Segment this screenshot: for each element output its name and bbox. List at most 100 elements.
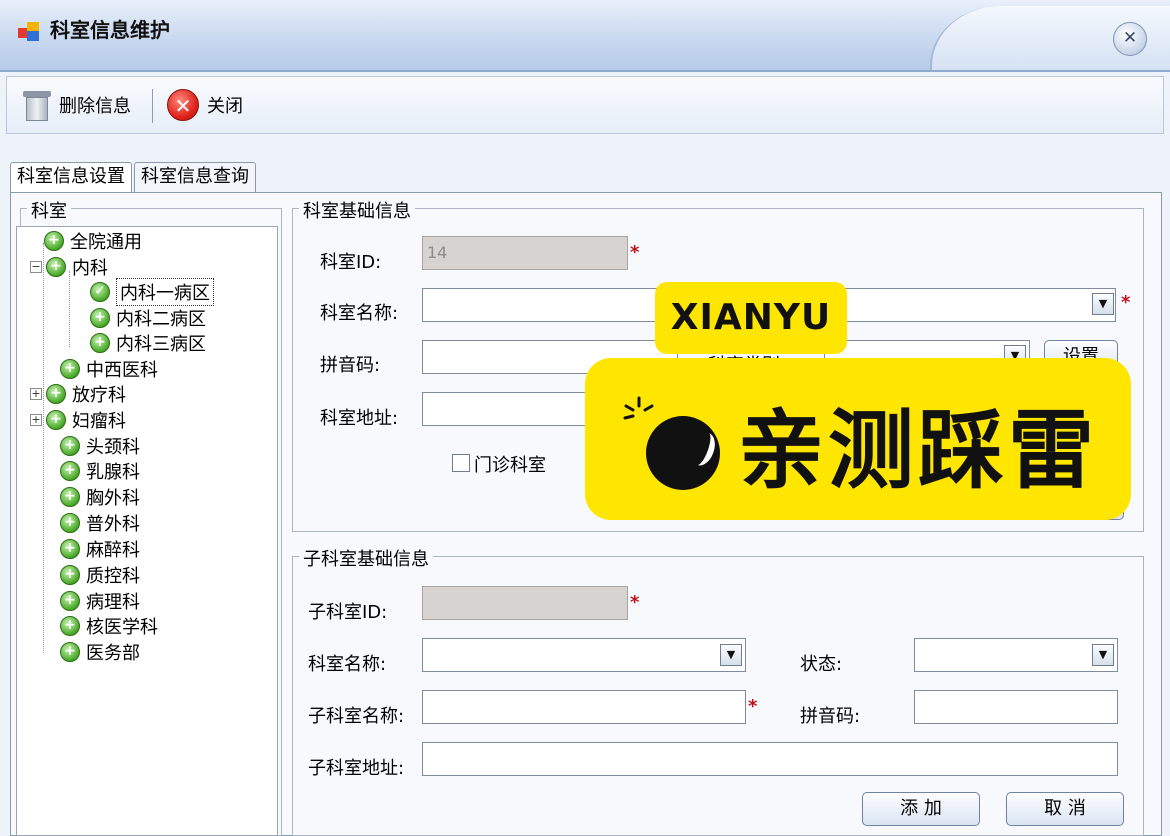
collapse-toggle-icon[interactable]: − [30, 261, 42, 273]
tree-item[interactable]: + 全院通用 [44, 228, 142, 254]
tree-item[interactable]: + + 妇瘤科 [30, 407, 126, 433]
app-icon [18, 20, 44, 42]
tree-item-label: 内科二病区 [116, 309, 206, 330]
department-icon: + [90, 333, 110, 353]
tree-item-label: 头颈科 [86, 437, 140, 458]
department-icon: + [60, 642, 80, 662]
tree-item[interactable]: + 麻醉科 [60, 536, 140, 562]
department-icon: + [60, 565, 80, 585]
department-icon: + [90, 308, 110, 328]
chevron-down-icon[interactable]: ▼ [1092, 293, 1114, 315]
sub-dept-dept-name-label: 科室名称: [308, 654, 387, 675]
sub-dept-legend: 子科室基础信息 [299, 545, 433, 571]
tree-item-label: 内科三病区 [116, 334, 206, 355]
tree-item[interactable]: + 病理科 [60, 588, 140, 614]
department-icon: + [60, 591, 80, 611]
tab-dept-settings[interactable]: 科室信息设置 [10, 162, 132, 193]
expand-toggle-icon[interactable]: + [30, 414, 42, 426]
tree-item[interactable]: + 胸外科 [60, 484, 140, 510]
toolbar-separator [152, 89, 153, 123]
department-icon: + [60, 359, 80, 379]
overlay-tag: XIANYU [655, 282, 847, 354]
status-select[interactable] [914, 638, 1118, 672]
overlay-text: 亲测踩雷 [738, 401, 1098, 501]
trash-icon [23, 89, 51, 121]
required-mark: * [1121, 292, 1131, 313]
tree-item-selected[interactable]: ✓ 内科一病区 [90, 278, 214, 306]
window-close-button[interactable]: ✕ [1113, 22, 1147, 56]
dept-address-label: 科室地址: [320, 408, 399, 429]
tree-item[interactable]: + 内科二病区 [90, 305, 206, 331]
department-icon: + [60, 436, 80, 456]
tree-item[interactable]: + 普外科 [60, 510, 140, 536]
tree-item-label: 全院通用 [70, 232, 142, 253]
cancel-button[interactable]: 取 消 [1006, 792, 1124, 826]
department-icon: + [60, 487, 80, 507]
chevron-down-icon[interactable]: ▼ [720, 644, 742, 666]
tree-item[interactable]: + 质控科 [60, 562, 140, 588]
check-icon: ✓ [90, 282, 110, 302]
close-icon: ✕ [167, 89, 199, 121]
tree-item-label: 乳腺科 [86, 462, 140, 483]
tree-item[interactable]: + 核医学科 [60, 613, 158, 639]
sub-dept-address-label: 子科室地址: [308, 758, 405, 779]
dept-basic-legend: 科室基础信息 [299, 197, 415, 223]
delete-button-label: 删除信息 [59, 96, 131, 117]
sub-dept-id-field[interactable] [422, 586, 628, 620]
tree-item[interactable]: + 中西医科 [60, 356, 158, 382]
department-icon: + [46, 410, 66, 430]
tab-dept-query[interactable]: 科室信息查询 [134, 162, 256, 192]
delete-button[interactable]: 删除信息 [23, 77, 131, 133]
sub-pinyin-field[interactable] [914, 690, 1118, 724]
department-icon: + [46, 257, 66, 277]
tree-item[interactable]: + 头颈科 [60, 433, 140, 459]
tree-item-label: 质控科 [86, 566, 140, 587]
dept-id-label: 科室ID: [320, 252, 382, 273]
close-button[interactable]: ✕ 关闭 [167, 77, 243, 133]
tree-item-label: 核医学科 [86, 617, 158, 638]
outpatient-label: 门诊科室 [474, 455, 546, 476]
sub-dept-name-label: 子科室名称: [308, 706, 405, 727]
title-bar: 科室信息维护 ✕ [0, 0, 1170, 72]
outpatient-checkbox[interactable] [452, 454, 470, 472]
department-icon: + [44, 231, 64, 251]
tree-item[interactable]: − + 内科 [30, 254, 108, 280]
tree-item-label: 放疗科 [72, 385, 126, 406]
sub-dept-dept-name-select[interactable] [422, 638, 746, 672]
tab-strip: 科室信息设置 科室信息查询 [10, 162, 258, 193]
tree-item-label: 麻醉科 [86, 540, 140, 561]
status-label: 状态: [800, 654, 843, 675]
tree-item[interactable]: + + 放疗科 [30, 381, 126, 407]
dept-name-label: 科室名称: [320, 303, 399, 324]
tree-item-label: 妇瘤科 [72, 411, 126, 432]
tree-item[interactable]: + 乳腺科 [60, 458, 140, 484]
tree-item-label: 病理科 [86, 592, 140, 613]
dept-id-field[interactable]: 14 [422, 236, 628, 270]
tree-item-label: 胸外科 [86, 488, 140, 509]
department-icon: + [60, 461, 80, 481]
expand-toggle-icon[interactable]: + [30, 388, 42, 400]
department-icon: + [60, 513, 80, 533]
sub-dept-address-field[interactable] [422, 742, 1118, 776]
department-icon: + [46, 384, 66, 404]
required-mark: * [630, 242, 640, 263]
department-icon: + [60, 539, 80, 559]
close-button-label: 关闭 [207, 96, 243, 117]
toolbar: 删除信息 ✕ 关闭 [6, 76, 1164, 134]
spark-icon [623, 396, 654, 420]
tree-item-label: 中西医科 [86, 360, 158, 381]
required-mark: * [630, 592, 640, 613]
chevron-down-icon[interactable]: ▼ [1092, 644, 1114, 666]
tree-item[interactable]: + 内科三病区 [90, 330, 206, 356]
tree-item-label: 普外科 [86, 514, 140, 535]
tree-item[interactable]: + 医务部 [60, 639, 140, 665]
required-mark: * [748, 696, 758, 717]
sub-dept-name-field[interactable] [422, 690, 746, 724]
tree-item-label: 医务部 [86, 643, 140, 664]
pinyin-label: 拼音码: [320, 355, 381, 376]
tree-item-label: 内科一病区 [116, 278, 214, 306]
sub-pinyin-label: 拼音码: [800, 706, 861, 727]
tree-item-label: 内科 [72, 258, 108, 279]
add-button[interactable]: 添 加 [862, 792, 980, 826]
window-title: 科室信息维护 [50, 18, 170, 42]
